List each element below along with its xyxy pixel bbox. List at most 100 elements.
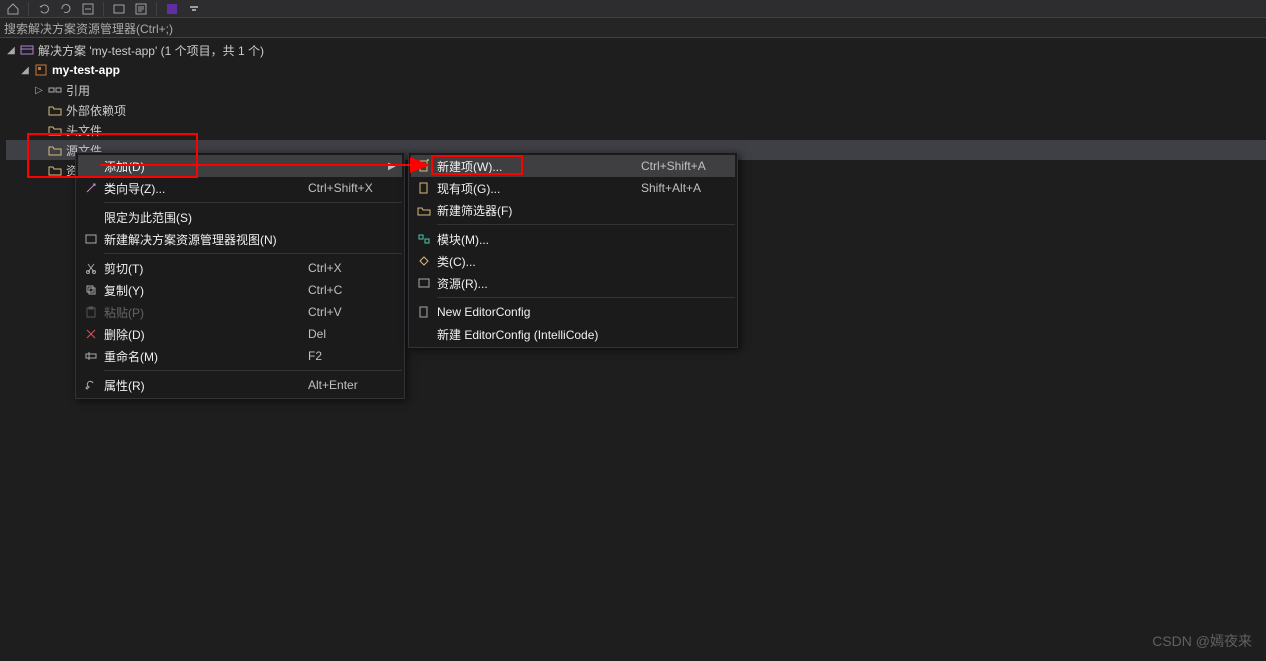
menu-class-wizard[interactable]: 类向导(Z)... Ctrl+Shift+X [78,177,402,199]
file-icon [411,305,437,319]
references-icon [48,83,62,97]
menu-label: 新建筛选器(F) [437,202,641,219]
menu-separator [437,297,735,298]
menu-label: 属性(R) [104,377,308,394]
menu-separator [104,370,402,371]
external-deps-node[interactable]: 外部依赖项 [6,100,1266,120]
project-label: my-test-app [52,63,120,77]
sync-icon[interactable] [37,2,51,16]
menu-new-editorconfig[interactable]: New EditorConfig [411,301,735,323]
existing-item-icon [411,181,437,195]
menu-label: 剪切(T) [104,260,308,277]
shortcut: Ctrl+V [308,305,388,319]
expand-arrow-icon[interactable]: ◢ [6,45,16,56]
shortcut: Ctrl+Shift+X [308,181,388,195]
copy-icon [78,283,104,297]
references-node[interactable]: ▷ 引用 [6,80,1266,100]
paste-icon [78,305,104,319]
cut-icon [78,261,104,275]
shortcut: F2 [308,349,388,363]
folder-icon [48,143,62,157]
menu-label: 新建解决方案资源管理器视图(N) [104,231,308,248]
menu-label: 现有项(G)... [437,180,641,197]
solution-label: 解决方案 'my-test-app' (1 个项目，共 1 个) [38,42,264,59]
menu-label: 删除(D) [104,326,308,343]
menu-label: 添加(D) [104,158,308,175]
home-icon[interactable] [6,2,20,16]
search-placeholder: 搜索解决方案资源管理器(Ctrl+;) [4,22,173,36]
shortcut: Shift+Alt+A [641,181,721,195]
refresh-icon[interactable] [59,2,73,16]
menu-rename[interactable]: 重命名(M) F2 [78,345,402,367]
filter-icon[interactable] [187,2,201,16]
add-submenu: 新建项(W)... Ctrl+Shift+A 现有项(G)... Shift+A… [408,152,738,348]
folder-icon [48,123,62,137]
headers-label: 头文件 [66,122,102,139]
menu-label: 新建项(W)... [437,158,641,175]
menu-resource[interactable]: 资源(R)... [411,272,735,294]
menu-label: New EditorConfig [437,305,641,319]
menu-new-item[interactable]: 新建项(W)... Ctrl+Shift+A [411,155,735,177]
menu-class[interactable]: 类(C)... [411,250,735,272]
separator-icon [103,2,104,16]
references-label: 引用 [66,82,90,99]
resource-icon [411,276,437,290]
collapse-icon[interactable] [81,2,95,16]
context-menu: 添加(D) ▶ 类向导(Z)... Ctrl+Shift+X 限定为此范围(S)… [75,152,405,399]
wizard-icon [78,181,104,195]
folder-icon [48,103,62,117]
view-icon [78,232,104,246]
solution-explorer-toolbar [0,0,1266,18]
class-icon [411,254,437,268]
headers-node[interactable]: 头文件 [6,120,1266,140]
delete-icon [78,327,104,341]
menu-label: 资源(R)... [437,275,641,292]
project-icon [34,63,48,77]
project-node[interactable]: ◢ my-test-app [6,60,1266,80]
wrench-icon [78,378,104,392]
external-deps-label: 外部依赖项 [66,102,126,119]
preview-icon[interactable] [165,2,179,16]
solution-icon [20,43,34,57]
menu-label: 新建 EditorConfig (IntelliCode) [437,326,641,343]
menu-label: 复制(Y) [104,282,308,299]
menu-label: 粘贴(P) [104,304,308,321]
menu-module[interactable]: 模块(M)... [411,228,735,250]
new-filter-icon [411,203,437,217]
menu-label: 限定为此范围(S) [104,209,308,226]
properties-icon[interactable] [134,2,148,16]
menu-separator [104,253,402,254]
menu-paste: 粘贴(P) Ctrl+V [78,301,402,323]
menu-delete[interactable]: 删除(D) Del [78,323,402,345]
rename-icon [78,349,104,363]
menu-new-view[interactable]: 新建解决方案资源管理器视图(N) [78,228,402,250]
showall-icon[interactable] [112,2,126,16]
menu-properties[interactable]: 属性(R) Alt+Enter [78,374,402,396]
menu-editorconfig-intellicode[interactable]: 新建 EditorConfig (IntelliCode) [411,323,735,345]
shortcut: Del [308,327,388,341]
module-icon [411,232,437,246]
search-solution-explorer[interactable]: 搜索解决方案资源管理器(Ctrl+;) [0,18,1266,38]
submenu-arrow-icon: ▶ [388,161,402,172]
folder-icon [48,163,62,177]
menu-copy[interactable]: 复制(Y) Ctrl+C [78,279,402,301]
menu-add[interactable]: 添加(D) ▶ [78,155,402,177]
menu-label: 类向导(Z)... [104,180,308,197]
new-item-icon [411,159,437,173]
menu-cut[interactable]: 剪切(T) Ctrl+X [78,257,402,279]
solution-node[interactable]: ◢ 解决方案 'my-test-app' (1 个项目，共 1 个) [6,40,1266,60]
menu-scope[interactable]: 限定为此范围(S) [78,206,402,228]
shortcut: Alt+Enter [308,378,388,392]
menu-label: 模块(M)... [437,231,641,248]
menu-new-filter[interactable]: 新建筛选器(F) [411,199,735,221]
menu-existing-item[interactable]: 现有项(G)... Shift+Alt+A [411,177,735,199]
expand-arrow-icon[interactable]: ◢ [20,65,30,76]
shortcut: Ctrl+Shift+A [641,159,721,173]
shortcut: Ctrl+X [308,261,388,275]
separator-icon [28,2,29,16]
watermark: CSDN @嫣夜来 [1152,631,1252,651]
menu-separator [437,224,735,225]
menu-separator [104,202,402,203]
separator-icon [156,2,157,16]
expand-arrow-icon[interactable]: ▷ [34,85,44,96]
